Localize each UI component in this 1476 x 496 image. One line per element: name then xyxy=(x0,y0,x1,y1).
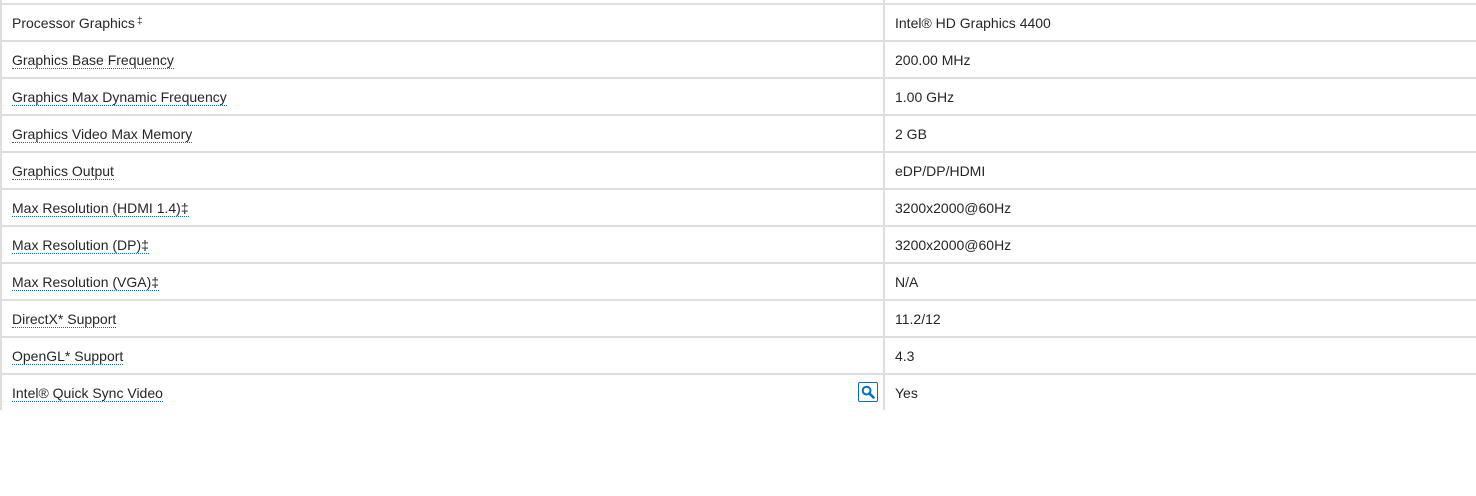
table-row: OpenGL* Support 4.3 xyxy=(0,336,1476,375)
spec-label-cell: Max Resolution (HDMI 1.4)‡ xyxy=(0,188,885,227)
table-row: Graphics Base Frequency 200.00 MHz xyxy=(0,40,1476,79)
spec-value: eDP/DP/HDMI xyxy=(883,151,1476,190)
spec-value: 4.3 xyxy=(883,336,1476,375)
search-icon xyxy=(861,385,875,399)
spec-label-cell: Max Resolution (DP)‡ xyxy=(0,225,885,264)
spec-label-graphics-max-dynamic-frequency[interactable]: Graphics Max Dynamic Frequency xyxy=(12,88,227,106)
spec-value: Yes xyxy=(883,373,1476,410)
spec-label-directx-support[interactable]: DirectX* Support xyxy=(12,310,117,328)
spec-value: 1.00 GHz xyxy=(883,77,1476,116)
table-row: DirectX* Support 11.2/12 xyxy=(0,299,1476,338)
spec-value: 200.00 MHz xyxy=(883,40,1476,79)
spec-label-cell: OpenGL* Support xyxy=(0,336,885,375)
spec-value: Intel® HD Graphics 4400 xyxy=(883,3,1476,42)
spec-label-graphics-output[interactable]: Graphics Output xyxy=(12,162,114,180)
table-row: Graphics Max Dynamic Frequency 1.00 GHz xyxy=(0,77,1476,116)
spec-label-max-resolution-vga[interactable]: Max Resolution (VGA)‡ xyxy=(12,273,160,291)
spec-label-opengl-support[interactable]: OpenGL* Support xyxy=(12,347,124,365)
spec-label-max-resolution-dp[interactable]: Max Resolution (DP)‡ xyxy=(12,236,149,254)
spec-label-cell: Graphics Output xyxy=(0,151,885,190)
graphics-spec-table: Processor Graphics ‡ Intel® HD Graphics 4… xyxy=(0,0,1476,410)
spec-label-cell: Graphics Video Max Memory xyxy=(0,114,885,153)
spec-label-graphics-base-frequency[interactable]: Graphics Base Frequency xyxy=(12,51,174,69)
spec-label-cell: Graphics Base Frequency xyxy=(0,40,885,79)
spec-label-max-resolution-hdmi[interactable]: Max Resolution (HDMI 1.4)‡ xyxy=(12,199,189,217)
spec-value: 3200x2000@60Hz xyxy=(883,188,1476,227)
spec-label-cell: Processor Graphics ‡ xyxy=(0,3,885,42)
spec-label-quick-sync-video[interactable]: Intel® Quick Sync Video xyxy=(12,384,163,402)
table-row: Max Resolution (VGA)‡ N/A xyxy=(0,262,1476,301)
table-row: Max Resolution (DP)‡ 3200x2000@60Hz xyxy=(0,225,1476,264)
table-row: Processor Graphics ‡ Intel® HD Graphics 4… xyxy=(0,3,1476,42)
search-button[interactable] xyxy=(858,381,878,402)
table-row: Graphics Output eDP/DP/HDMI xyxy=(0,151,1476,190)
footnote-mark: ‡ xyxy=(136,16,143,27)
spec-label-processor-graphics: Processor Graphics ‡ xyxy=(12,15,143,31)
table-row: Intel® Quick Sync Video Yes xyxy=(0,373,1476,410)
spec-value: 2 GB xyxy=(883,114,1476,153)
table-row: Graphics Video Max Memory 2 GB xyxy=(0,114,1476,153)
table-row: Max Resolution (HDMI 1.4)‡ 3200x2000@60H… xyxy=(0,188,1476,227)
spec-value: 3200x2000@60Hz xyxy=(883,225,1476,264)
spec-label-cell: Max Resolution (VGA)‡ xyxy=(0,262,885,301)
spec-label-graphics-video-max-memory[interactable]: Graphics Video Max Memory xyxy=(12,125,193,143)
spec-value: N/A xyxy=(883,262,1476,301)
spec-label-cell: DirectX* Support xyxy=(0,299,885,338)
spec-label-cell: Graphics Max Dynamic Frequency xyxy=(0,77,885,116)
spec-value: 11.2/12 xyxy=(883,299,1476,338)
spec-label-cell: Intel® Quick Sync Video xyxy=(0,373,885,410)
